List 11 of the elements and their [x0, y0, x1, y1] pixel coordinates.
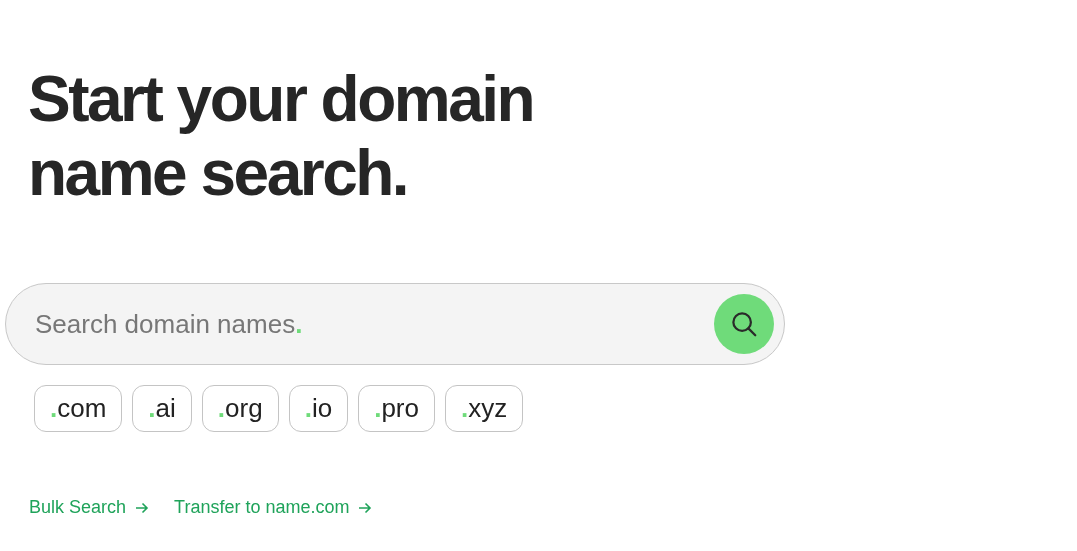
page-heading: Start your domain name search.	[28, 62, 534, 210]
search-icon	[729, 309, 759, 339]
tld-chip[interactable]: .xyz	[444, 385, 524, 432]
tld-chip[interactable]: .io	[288, 385, 349, 432]
tld-chip[interactable]: .org	[201, 385, 279, 432]
tld-chip[interactable]: .pro	[358, 385, 435, 432]
search-field[interactable]: Search domain names.	[5, 283, 785, 365]
search-button[interactable]	[714, 294, 774, 354]
search-placeholder: Search domain names.	[35, 307, 304, 341]
tld-chip[interactable]: .ai	[132, 385, 192, 432]
tld-chip[interactable]: .com	[34, 385, 123, 432]
